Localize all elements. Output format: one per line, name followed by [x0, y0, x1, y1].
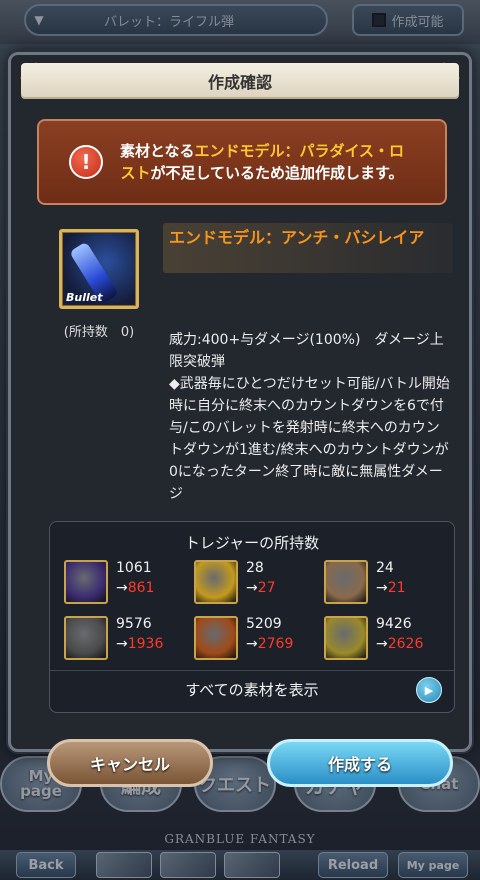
- treasure-item: 28 →27: [194, 558, 320, 606]
- treasure-title: トレジャーの所持数: [184, 534, 320, 552]
- show-all-materials-button[interactable]: すべての素材を表示 ▶: [50, 670, 454, 708]
- hourglass-icon: [324, 560, 368, 604]
- treasure-item: 9576 →1936: [64, 614, 190, 662]
- treasure-panel: トレジャーの所持数 1061 →861 28 →27 24 →21 9576 →1936 520…: [49, 521, 455, 713]
- dark-orb-icon: [64, 560, 108, 604]
- treasure-item: 1061 →861: [64, 558, 190, 606]
- item-tag: Bullet: [66, 291, 103, 304]
- exclamation-icon: !: [69, 145, 103, 179]
- shortage-warning: ! 素材となるエンドモデル：パラダイス・ロストが不足しているため追加作成します。: [37, 119, 447, 205]
- treasure-item: 9426 →2626: [324, 614, 450, 662]
- treasure-have-count: 9576: [116, 616, 152, 632]
- item-description: 威力:400+与ダメージ(100%) ダメージ上限突破弾 ◆武器毎にひとつだけセ…: [169, 332, 450, 502]
- craft-confirm-dialog: 作成確認 ! 素材となるエンドモデル：パラダイス・ロストが不足しているため追加作…: [8, 52, 472, 787]
- treasure-have-count: 1061: [116, 560, 152, 576]
- treasure-after-count: →2769: [246, 636, 294, 652]
- treasure-have-count: 24: [376, 560, 394, 576]
- treasure-have-count: 5209: [246, 616, 282, 632]
- treasure-after-count: →2626: [376, 636, 424, 652]
- bullet-item-icon: Bullet: [59, 229, 139, 309]
- treasure-have-count: 9426: [376, 616, 412, 632]
- show-all-label: すべての素材を表示: [185, 681, 319, 699]
- owned-count: (所持数 0): [63, 325, 135, 340]
- cancel-button[interactable]: キャンセル: [47, 739, 213, 787]
- treasure-after-count: →27: [246, 580, 276, 596]
- treasure-item: 5209 →2769: [194, 614, 320, 662]
- golden-chest-icon: [324, 616, 368, 660]
- treasure-item: 24 →21: [324, 558, 450, 606]
- treasure-have-count: 28: [246, 560, 264, 576]
- play-arrow-icon: ▶: [416, 677, 442, 703]
- treasure-after-count: →1936: [116, 636, 164, 652]
- craft-button[interactable]: 作成する: [267, 739, 453, 787]
- warning-text: 素材となるエンドモデル：パラダイス・ロストが不足しているため追加作成します。: [119, 142, 405, 182]
- treasure-chest-icon: [194, 616, 238, 660]
- treasure-after-count: →21: [376, 580, 406, 596]
- dialog-title: 作成確認: [21, 63, 459, 99]
- gold-bar-icon: [194, 560, 238, 604]
- item-name: エンドモデル：アンチ・バシレイア: [169, 228, 425, 247]
- silver-ore-icon: [64, 616, 108, 660]
- treasure-after-count: →861: [116, 580, 155, 596]
